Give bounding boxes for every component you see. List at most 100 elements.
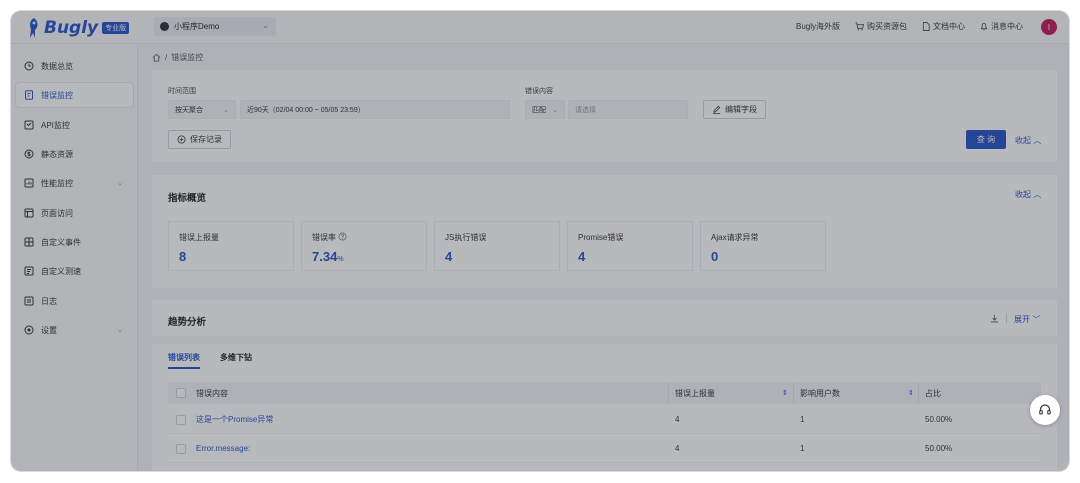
header-ratio: 占比 xyxy=(925,388,941,398)
settings-icon xyxy=(24,325,34,335)
sort-icon[interactable]: ⇕ xyxy=(908,389,914,397)
home-icon[interactable] xyxy=(152,53,161,62)
sidebar-item-custom-event[interactable]: 自定义事件 xyxy=(16,230,133,254)
overseas-link[interactable]: Bugly海外版 xyxy=(796,21,840,32)
sidebar-item-label: 日志 xyxy=(41,296,57,306)
row-checkbox[interactable] xyxy=(176,443,186,454)
docs-label: 文档中心 xyxy=(933,22,965,31)
edit-fields-label: 编辑字段 xyxy=(725,105,757,114)
log-icon xyxy=(24,296,34,306)
select-all-checkbox[interactable] xyxy=(176,388,186,398)
metric-label: 错误率 xyxy=(312,232,347,243)
table-row[interactable]: Error.message: 4 1 50.00% xyxy=(168,435,1041,463)
metrics-collapse-link[interactable]: 收起 ︿ xyxy=(1015,189,1041,200)
time-range-label: 时间范围 xyxy=(168,88,196,95)
table-header: 错误内容 错误上报量 ⇕ 影响用户数 ⇕ 占比 xyxy=(168,382,1041,404)
app-selector[interactable]: 小程序Demo ⌄ xyxy=(154,17,276,36)
sidebar-item-page-visits[interactable]: 页面访问 xyxy=(16,201,133,225)
metric-card-error-rate[interactable]: 错误率 7.34% xyxy=(301,221,427,271)
sidebar-item-label: 自定义事件 xyxy=(41,237,81,247)
header-content: 错误内容 xyxy=(196,388,228,398)
error-list-panel: 错误列表 多维下钻 错误内容 错误上报量 ⇕ 影响用户数 ⇕ 占比 这是一个Pr… xyxy=(152,344,1057,471)
save-record-button[interactable]: 保存记录 xyxy=(168,130,231,149)
metric-card-ajax-errors[interactable]: Ajax请求异常 0 xyxy=(700,221,826,271)
download-icon[interactable] xyxy=(990,314,999,323)
error-content-placeholder: 请选择 xyxy=(575,106,596,114)
app-window: Bugly 专业版 小程序Demo ⌄ Bugly海外版 购买资源包 文档中心 … xyxy=(11,11,1069,471)
table-row[interactable]: 这是一个Promise异常 4 1 50.00% xyxy=(168,406,1041,434)
header-users[interactable]: 影响用户数 xyxy=(800,382,840,404)
sidebar-item-settings[interactable]: 设置 ⌄ xyxy=(16,318,133,342)
error-content-input[interactable]: 请选择 xyxy=(568,100,688,119)
metric-number: 8 xyxy=(179,249,187,264)
sort-icon[interactable]: ⇕ xyxy=(782,389,788,397)
sidebar-item-static[interactable]: 静态资源 xyxy=(16,142,133,166)
column-divider xyxy=(668,382,669,404)
bugly-bird-icon xyxy=(30,17,38,38)
sidebar-item-label: 静态资源 xyxy=(41,149,73,159)
error-content-link[interactable]: Error.message: xyxy=(196,435,250,462)
performance-icon xyxy=(24,178,34,188)
save-record-label: 保存记录 xyxy=(190,135,222,144)
aggregation-value: 按天聚合 xyxy=(175,106,203,114)
sidebar-item-custom-speed[interactable]: 自定义测速 xyxy=(16,259,133,283)
app-selector-value: 小程序Demo xyxy=(174,22,220,31)
page-icon xyxy=(24,208,34,218)
breadcrumb-separator: / xyxy=(165,53,168,62)
bell-icon xyxy=(980,22,988,31)
sidebar-item-overview[interactable]: 数据总览 xyxy=(16,54,133,78)
sidebar: 数据总览 错误监控 API监控 静态资源 性能监控 ⌄ 页面访问 自定义事件 自… xyxy=(11,44,138,471)
cell-users: 1 xyxy=(800,415,805,424)
date-range-picker[interactable]: 近90天（02/04 00:00 ~ 05/05 23:59） xyxy=(240,100,510,119)
cell-reports: 4 xyxy=(675,415,680,424)
docs-link[interactable]: 文档中心 xyxy=(922,21,965,32)
error-content-link[interactable]: 这是一个Promise异常 xyxy=(196,406,273,433)
chevron-up-icon: ︿ xyxy=(1033,190,1042,199)
sidebar-item-log[interactable]: 日志 xyxy=(16,289,133,313)
match-select[interactable]: 匹配 ⌄ xyxy=(525,100,565,119)
chevron-down-icon: ⌄ xyxy=(262,21,269,30)
cart-icon xyxy=(855,22,864,31)
bugly-logo[interactable]: Bugly 专业版 xyxy=(27,15,130,40)
row-checkbox[interactable] xyxy=(176,414,186,425)
sidebar-item-error-monitor[interactable]: 错误监控 xyxy=(16,83,133,107)
metric-label: 错误上报量 xyxy=(179,233,219,242)
divider xyxy=(1006,313,1007,323)
headset-icon xyxy=(1039,404,1051,415)
metric-card-promise-errors[interactable]: Promise错误 4 xyxy=(567,221,693,271)
list-tabs: 错误列表 多维下钻 xyxy=(168,352,252,369)
metric-label-text: 错误率 xyxy=(312,233,336,242)
chevron-down-icon: ⌄ xyxy=(117,327,123,334)
support-button[interactable] xyxy=(1030,395,1060,425)
aggregation-select[interactable]: 按天聚合 ⌄ xyxy=(168,100,236,119)
help-icon[interactable] xyxy=(338,232,347,241)
user-avatar[interactable]: I xyxy=(1041,19,1057,35)
tab-drilldown[interactable]: 多维下钻 xyxy=(220,352,252,369)
sidebar-item-performance[interactable]: 性能监控 ⌄ xyxy=(16,171,133,195)
messages-link[interactable]: 消息中心 xyxy=(980,21,1023,32)
metric-card-reports[interactable]: 错误上报量 8 xyxy=(168,221,294,271)
metric-card-js-errors[interactable]: JS执行错误 4 xyxy=(434,221,560,271)
edition-badge: 专业版 xyxy=(102,21,130,34)
filter-panel: 时间范围 按天聚合 ⌄ 近90天（02/04 00:00 ~ 05/05 23:… xyxy=(152,70,1057,162)
column-divider xyxy=(793,382,794,404)
buy-resource-label: 购买资源包 xyxy=(867,22,907,31)
edit-fields-button[interactable]: 编辑字段 xyxy=(703,100,766,119)
app-icon xyxy=(160,22,169,31)
metric-number: 4 xyxy=(445,249,453,264)
tab-error-list[interactable]: 错误列表 xyxy=(168,352,200,369)
sidebar-item-api[interactable]: API监控 xyxy=(16,113,133,137)
error-icon xyxy=(25,90,33,100)
chevron-down-icon: ⌄ xyxy=(552,106,558,114)
header-reports[interactable]: 错误上报量 xyxy=(675,382,715,404)
filter-collapse-link[interactable]: 收起 ︿ xyxy=(1015,135,1041,146)
metric-value: 8 xyxy=(179,249,186,264)
edit-icon xyxy=(712,105,721,114)
metric-value: 4 xyxy=(445,249,452,264)
metric-number: 0 xyxy=(711,249,719,264)
query-button[interactable]: 查 询 xyxy=(966,130,1006,149)
trend-expand-link[interactable]: 展开 ﹀ xyxy=(1014,314,1040,325)
metric-value: 0 xyxy=(711,249,718,264)
buy-resource-link[interactable]: 购买资源包 xyxy=(855,21,907,32)
breadcrumb: / 错误监控 xyxy=(152,52,203,63)
